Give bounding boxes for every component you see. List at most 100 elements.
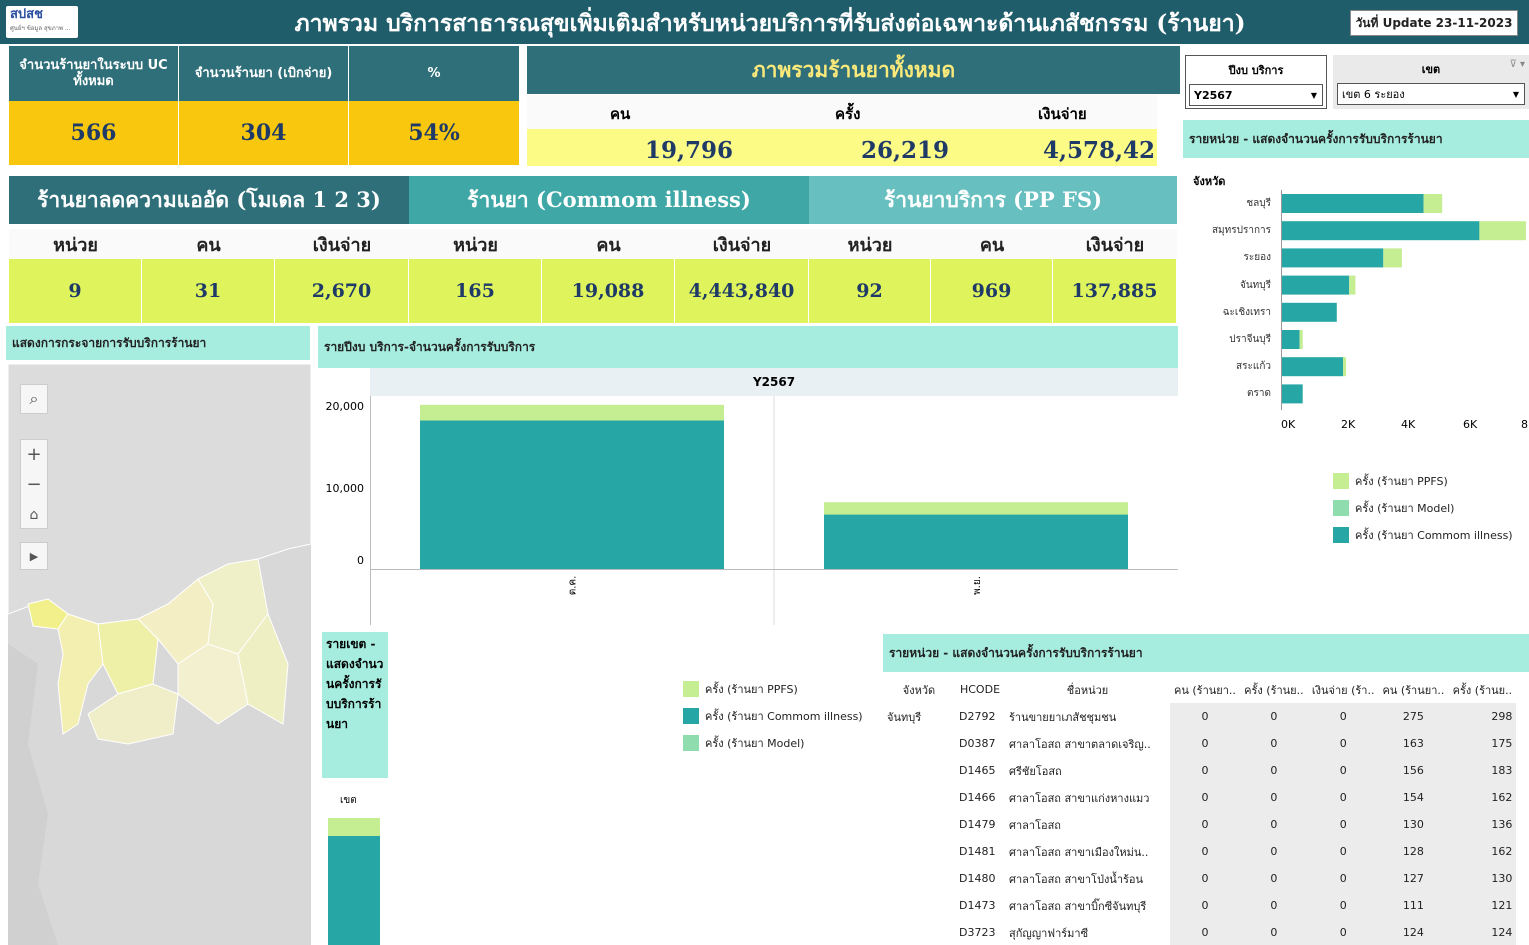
zone-filter[interactable]: เขต ⊽ ▾ เขต 6 ระยอง ▼ <box>1333 55 1529 109</box>
overview-visits-header: ครั้ง <box>835 105 861 123</box>
choropleth-map[interactable]: ⌕ + − ⌂ ▶ <box>8 364 311 945</box>
table-row[interactable]: D0387 ศาลาโอสถ สาขาตลาดเจริญ.. 0 0 0 163 175 <box>883 730 1517 757</box>
cell-value: 0 <box>1170 865 1240 892</box>
col-header-visits1[interactable]: ครั้ง (ร้านย.. <box>1240 676 1308 703</box>
cell-value: 162 <box>1448 838 1517 865</box>
province-bar-ppfs[interactable] <box>1349 275 1356 295</box>
table-row[interactable]: D1481 ศาลาโอสถ สาขาเมืองใหม่น.. 0 0 0 128 162 <box>883 838 1517 865</box>
cell-province <box>883 784 955 811</box>
province-bar-ppfs[interactable] <box>1383 248 1402 268</box>
zoom-in-icon[interactable]: + <box>21 440 47 470</box>
province-chart-area: จังหวัด ชลบุรี สมุทรปราการ ระยอง จันทบุรี ฉะ… <box>1183 160 1529 625</box>
col-header-people2[interactable]: คน (ร้านยา.. <box>1378 676 1448 703</box>
cell-value: 0 <box>1170 757 1240 784</box>
year-chart-area: Y2567 20,000 10,000 0 ต.ค. พ.ย. <box>318 368 1178 625</box>
table-row[interactable]: D1466 ศาลาโอสถ สาขาแก่งหางแมว 0 0 0 154 162 <box>883 784 1517 811</box>
province-label: จันทบุรี <box>1239 279 1271 291</box>
table-row[interactable]: D1479 ศาลาโอสถ 0 0 0 130 136 <box>883 811 1517 838</box>
x-tick-8: 8 <box>1521 418 1528 431</box>
bar-common-0[interactable] <box>420 420 724 570</box>
year-select[interactable]: Y2567 ▼ <box>1189 84 1323 106</box>
col-header-province[interactable]: จังหวัด <box>883 676 955 703</box>
cell-value: 121 <box>1448 892 1517 919</box>
cell-value: 0 <box>1170 838 1240 865</box>
zoom-out-icon[interactable]: − <box>21 470 47 500</box>
cell-hcode: D3723 <box>959 926 996 939</box>
province-bar-ppfs[interactable] <box>1423 194 1443 213</box>
table-row[interactable]: D1473 ศาลาโอสถ สาขาบิ๊กซีจันทบุรี 0 0 0 111 12… <box>883 892 1517 919</box>
kpi-uc-percent-header: % <box>349 46 519 101</box>
zone-bar-common[interactable] <box>328 836 380 945</box>
y-tick-20000: 20,000 <box>325 400 365 413</box>
play-icon[interactable]: ▶ <box>20 542 48 570</box>
cell-value: 136 <box>1448 811 1517 838</box>
province-bar-common[interactable] <box>1281 194 1424 213</box>
year-filter[interactable]: ปีงบ บริการ Y2567 ▼ <box>1185 55 1327 109</box>
cell-value: 0 <box>1307 919 1379 945</box>
cell-value: 128 <box>1378 838 1449 865</box>
province-chart-title: รายหน่วย - แสดงจำนวนครั้งการรับบริการร้า… <box>1183 120 1529 158</box>
cell-value: 0 <box>1239 838 1308 865</box>
table-row[interactable]: D3723 สุกัญญาฟาร์มาซี 0 0 0 124 124 <box>883 919 1517 945</box>
province-label: สมุทรปราการ <box>1211 225 1271 237</box>
unit-table-container[interactable]: จังหวัด HCODE ชื่อหน่วย คน (ร้านยา.. ครั… <box>883 676 1529 945</box>
bar-common-1[interactable] <box>824 514 1128 569</box>
group-common-title: ร้านยา (Commom illness) <box>409 176 809 224</box>
col-header-name[interactable]: ชื่อหน่วย <box>1005 676 1170 703</box>
province-bar-common[interactable] <box>1281 221 1480 241</box>
province-label: ชลบุรี <box>1246 198 1271 209</box>
cell-name: ศรีชัยโอสถ <box>1009 764 1062 778</box>
col-header-visits2[interactable]: ครั้ง (ร้านย.. <box>1448 676 1516 703</box>
y-tick-10000: 10,000 <box>325 482 365 495</box>
bar-ppfs-0[interactable] <box>420 404 724 421</box>
group-common-people-value: 19,088 <box>542 259 675 323</box>
overview-people-header: คน <box>610 105 631 123</box>
legend-ppfs: ครั้ง (ร้านยา PPFS) <box>1333 472 1448 490</box>
cell-value: 0 <box>1307 784 1379 811</box>
search-icon[interactable]: ⌕ <box>20 384 48 414</box>
group-common-payment-header: เงินจ่าย <box>675 229 809 259</box>
province-bar-ppfs[interactable] <box>1479 221 1526 241</box>
cell-value: 183 <box>1448 757 1517 784</box>
zone-panel-title: รายเขต - แสดงจำนวนครั้งการรับบริการร้านย… <box>322 632 388 778</box>
unit-table-header-row: จังหวัด HCODE ชื่อหน่วย คน (ร้านยา.. ครั… <box>883 676 1516 703</box>
zone-panel: รายเขต - แสดงจำนวนครั้งการรับบริการร้านย… <box>318 630 876 945</box>
province-label: ฉะเชิงเทรา <box>1222 306 1271 318</box>
cell-value: 0 <box>1307 838 1379 865</box>
cell-value: 275 <box>1378 703 1449 730</box>
cell-value: 0 <box>1307 865 1379 892</box>
province-bar-common[interactable] <box>1281 384 1303 404</box>
cell-value: 163 <box>1378 730 1449 757</box>
group-common-payment-value: 4,443,840 <box>675 259 809 323</box>
cell-value: 156 <box>1378 757 1449 784</box>
province-bar-common[interactable] <box>1281 357 1343 377</box>
cell-name: ศาลาโอสถ สาขาตลาดเจริญ.. <box>1009 737 1151 751</box>
province-bar-ppfs[interactable] <box>1343 357 1347 377</box>
province-bar-common[interactable] <box>1281 302 1337 322</box>
province-label: ปราจีนบุรี <box>1229 334 1271 345</box>
zone-legend-ppfs: ครั้ง (ร้านยา PPFS) <box>683 680 798 698</box>
overview-payment-header: เงินจ่าย <box>1038 105 1087 123</box>
col-header-payment1[interactable]: เงินจ่าย (ร้า.. <box>1308 676 1379 703</box>
province-label: สระแก้ว <box>1236 361 1271 373</box>
cell-name: ศาลาโอสถ สาขาบิ๊กซีจันทบุรี <box>1009 899 1147 913</box>
province-bar-common[interactable] <box>1281 248 1384 268</box>
group-ppfs-people-value: 969 <box>931 259 1053 323</box>
zone-select[interactable]: เขต 6 ระยอง ▼ <box>1337 83 1525 105</box>
col-header-people1[interactable]: คน (ร้านยา.. <box>1170 676 1240 703</box>
table-row[interactable]: D1465 ศรีชัยโอสถ 0 0 0 156 183 <box>883 757 1517 784</box>
cell-province <box>883 757 955 784</box>
zone-bar-ppfs[interactable] <box>328 818 380 836</box>
filter-clear-icon[interactable]: ⊽ ▾ <box>1509 59 1525 70</box>
table-row[interactable]: จันทบุรี D2792 ร้านขายยาเภสัชชุมชน 0 0 0 275 29… <box>883 703 1517 730</box>
province-bar-common[interactable] <box>1281 275 1350 295</box>
cell-value: 0 <box>1170 919 1240 945</box>
table-row[interactable]: D1480 ศาลาโอสถ สาขาโป่งน้ำร้อน 0 0 0 127 130 <box>883 865 1517 892</box>
col-header-hcode[interactable]: HCODE <box>955 676 1005 703</box>
province-bar-ppfs[interactable] <box>1299 330 1303 349</box>
cell-value: 162 <box>1448 784 1517 811</box>
bar-ppfs-1[interactable] <box>824 502 1128 515</box>
province-bar-common[interactable] <box>1281 330 1300 349</box>
home-icon[interactable]: ⌂ <box>21 500 47 530</box>
legend-model-label: ครั้ง (ร้านยา Model) <box>1355 502 1455 515</box>
